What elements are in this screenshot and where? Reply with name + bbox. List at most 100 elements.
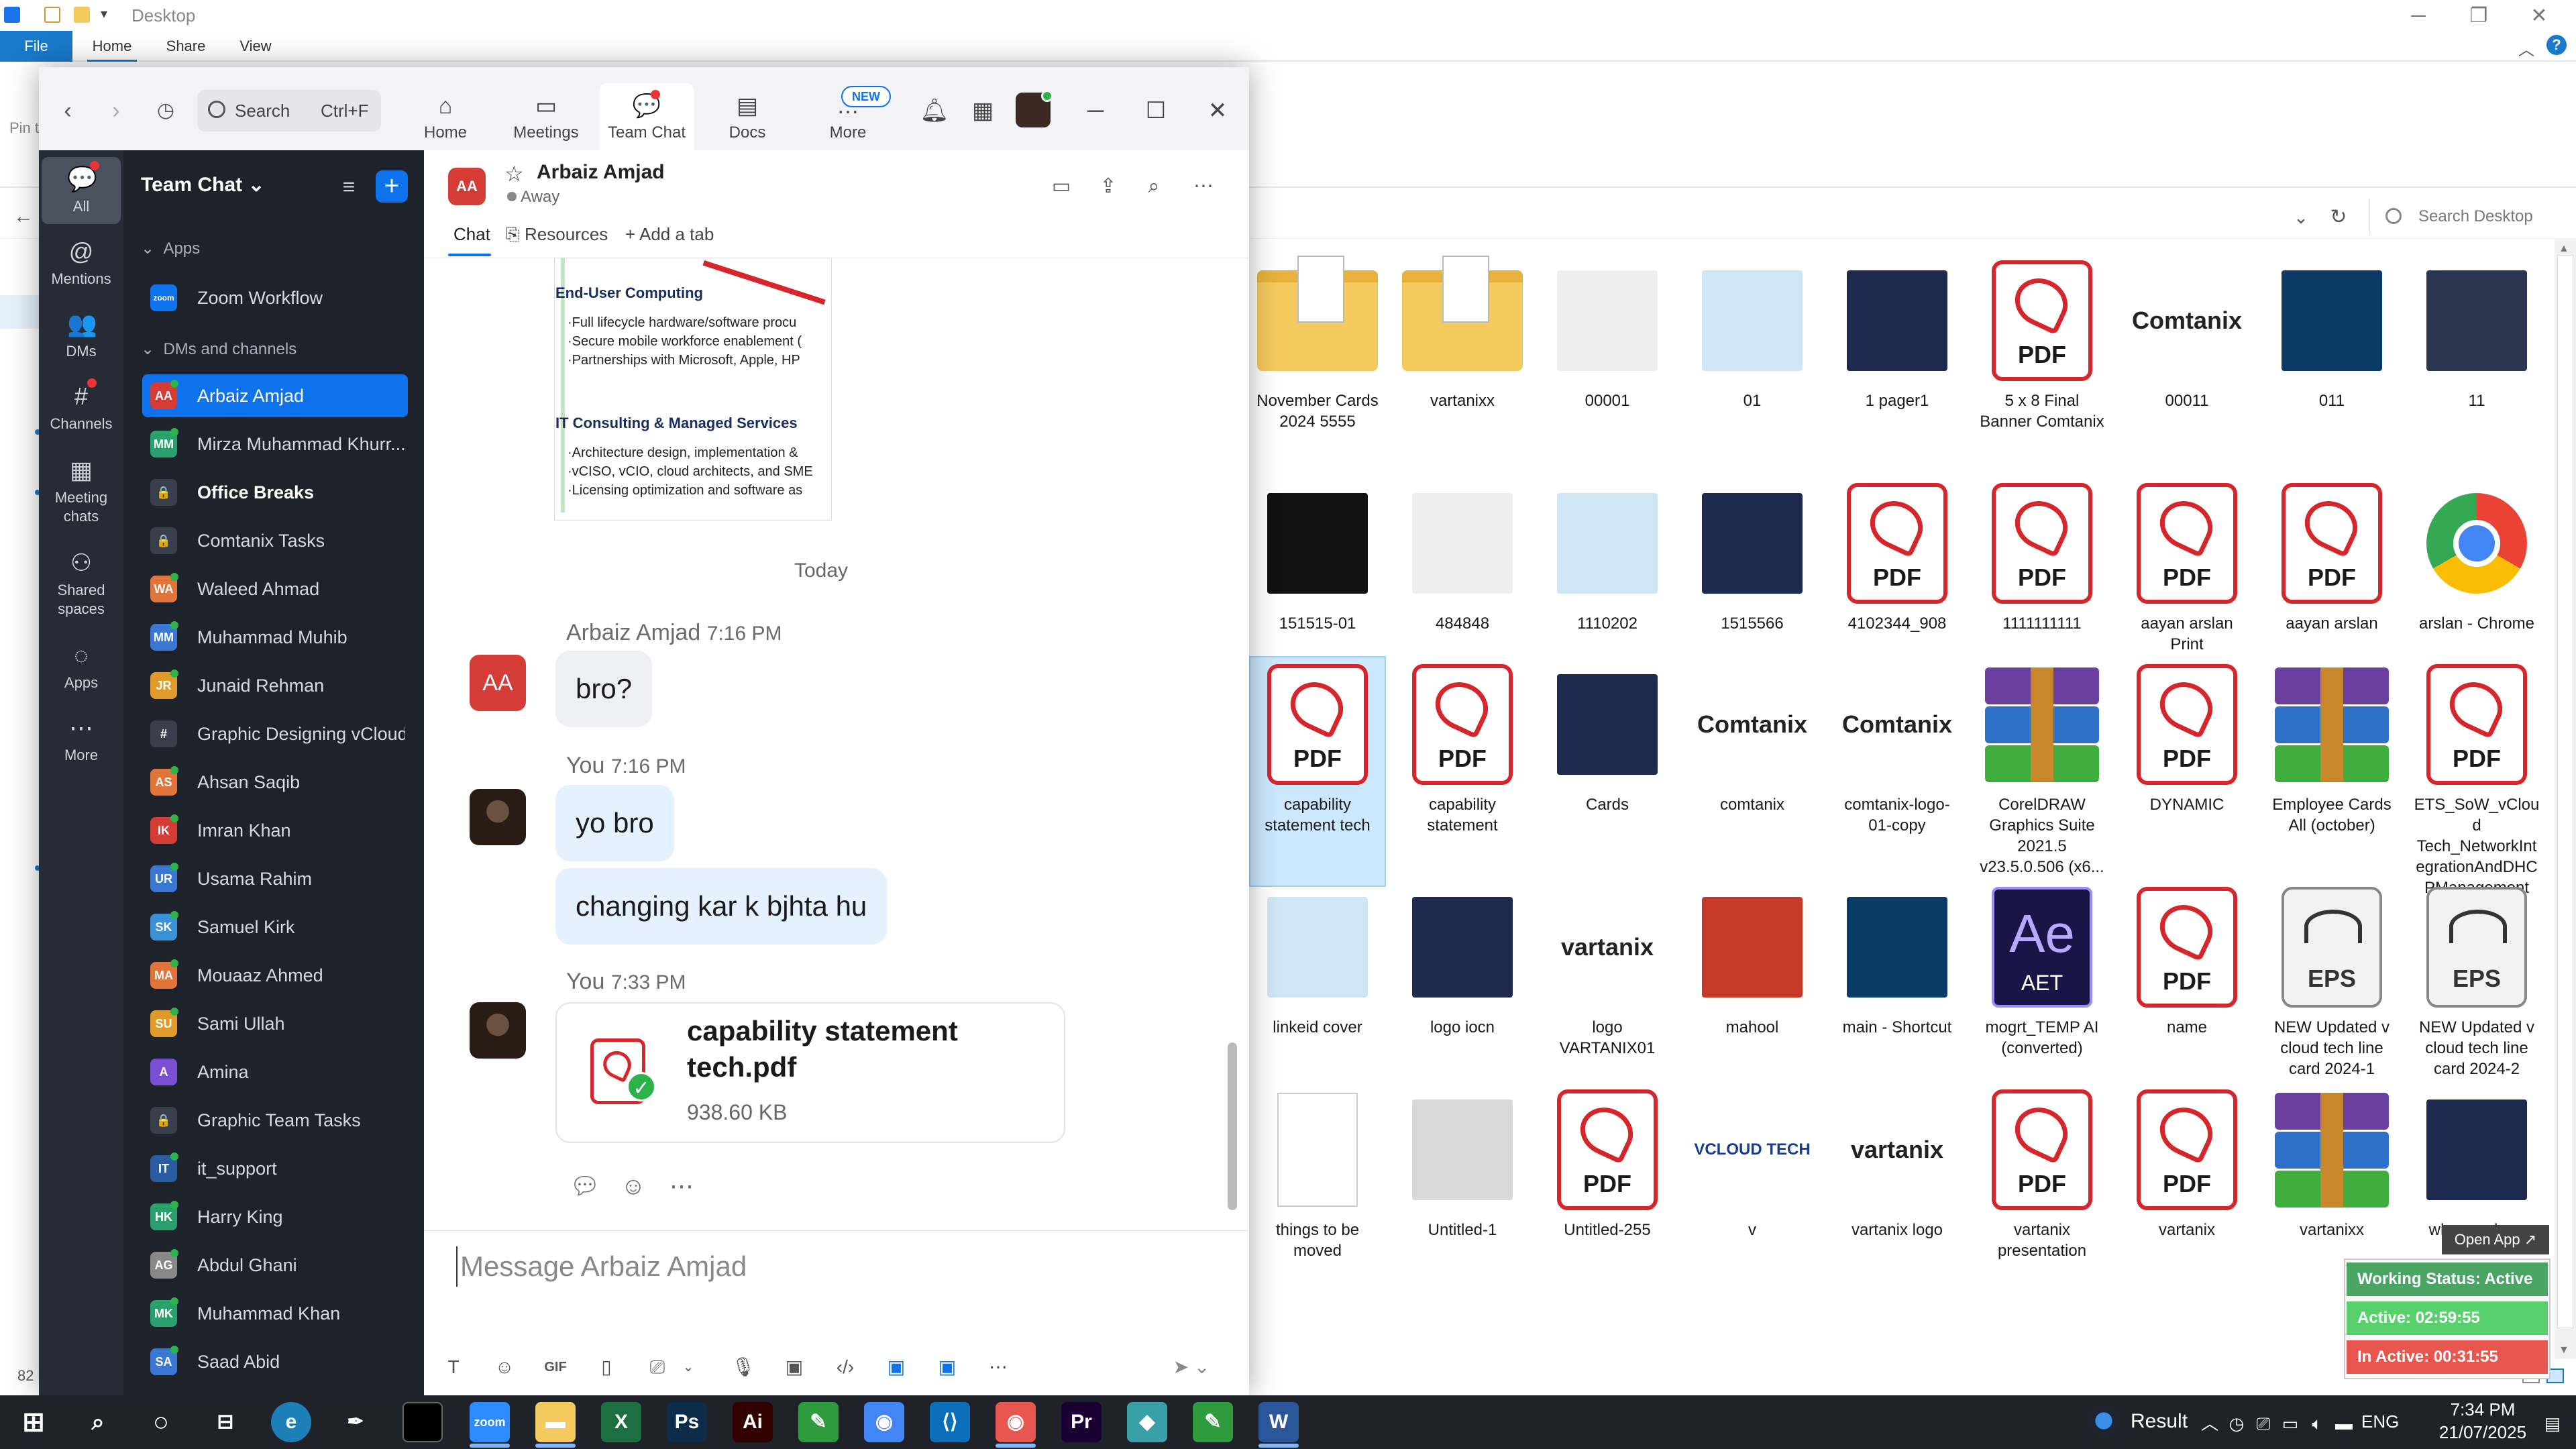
nav-docs[interactable]: ▤ Docs <box>700 83 794 150</box>
windows-start-icon[interactable]: ⊞ <box>13 1402 54 1442</box>
back-button[interactable]: ‹ <box>51 94 85 127</box>
screenshot-dropdown-icon[interactable]: ⌄ <box>674 1352 703 1382</box>
format-text-icon[interactable]: T <box>439 1352 468 1382</box>
app-diamond-icon[interactable]: ◆ <box>1127 1402 1167 1442</box>
quick-access-dropdown-icon[interactable]: ▾ <box>101 5 107 22</box>
close-button[interactable]: ✕ <box>2509 3 2569 30</box>
excel-icon[interactable]: X <box>601 1402 641 1442</box>
premiere-icon[interactable]: Pr <box>1061 1402 1102 1442</box>
volume-icon[interactable]: 🔈︎ <box>2305 1411 2329 1436</box>
photoshop-icon[interactable]: Ps <box>667 1402 707 1442</box>
gif-icon[interactable]: GIF <box>541 1352 570 1382</box>
calendar-icon[interactable]: ▦ <box>966 94 1000 127</box>
language-indicator[interactable]: ENG <box>2361 1411 2399 1432</box>
maximize-button[interactable]: ❐ <box>2449 3 2509 30</box>
desktop-file-item[interactable]: EPS NEW Updated v cloud tech line card 20… <box>2410 880 2544 1078</box>
sender-avatar[interactable]: AA <box>470 655 526 711</box>
tab-chat[interactable]: Chat <box>453 224 490 245</box>
illustrator-icon[interactable]: Ai <box>733 1402 773 1442</box>
contact-avatar[interactable]: AA <box>448 168 486 205</box>
minimize-button[interactable]: ─ <box>1079 94 1112 127</box>
tab-share[interactable]: Share <box>161 31 211 62</box>
list-item[interactable]: SU Sami Ullah <box>142 1002 408 1045</box>
desktop-file-item[interactable]: Comtanix 00011 <box>2120 254 2254 448</box>
list-item[interactable]: AG Abdul Ghani <box>142 1244 408 1287</box>
rail-channels[interactable]: # Channels <box>42 374 121 441</box>
nav-pane-selected-item[interactable] <box>0 295 39 329</box>
maximize-button[interactable]: ☐ <box>1139 94 1173 127</box>
tab-home[interactable]: Home <box>87 31 137 62</box>
zoom-icon[interactable]: zoom <box>470 1402 510 1442</box>
cortana-icon[interactable]: ○ <box>141 1402 181 1442</box>
address-dropdown-icon[interactable]: ⌄ <box>2286 203 2316 232</box>
list-item[interactable]: 🔒 Graphic Team Tasks <box>142 1099 408 1142</box>
desktop-file-item[interactable]: mahool <box>1685 880 1819 1075</box>
clock-time[interactable]: 7:34 PM <box>2432 1399 2533 1420</box>
desktop-file-item[interactable]: main - Shortcut <box>1830 880 1964 1075</box>
coreldraw-2-icon[interactable]: ✎ <box>1193 1402 1233 1442</box>
desktop-file-item[interactable]: PDF name <box>2120 880 2254 1075</box>
list-item[interactable]: HK Harry King <box>142 1195 408 1238</box>
microphone-icon[interactable]: 🎙︎ <box>729 1352 758 1382</box>
list-item[interactable]: SA Saad Abid <box>142 1340 408 1383</box>
more-actions-icon[interactable]: ⋯ <box>664 1169 699 1203</box>
network-status-icon[interactable]: ◷ <box>2224 1411 2249 1436</box>
app-integration-icon[interactable]: ▣ <box>932 1352 962 1382</box>
desktop-file-item[interactable]: Ae AET mogrt_TEMP AI (converted) <box>1975 880 2109 1075</box>
screen-icon[interactable]: ⎚ <box>2251 1411 2275 1436</box>
vscode-icon[interactable]: ⟨⟩ <box>930 1402 970 1442</box>
desktop-file-item[interactable]: 011 <box>2265 254 2399 448</box>
weather-text[interactable]: Result <box>2131 1410 2188 1433</box>
desktop-file-item[interactable]: Employee Cards All (october) <box>2265 657 2399 885</box>
screenshot-icon[interactable]: ⎚ <box>643 1352 672 1382</box>
list-item[interactable]: MM Muhammad Muhib <box>142 616 408 659</box>
file-name[interactable]: capability statement tech.pdf <box>687 1013 1036 1085</box>
star-icon[interactable]: ☆ <box>504 161 524 186</box>
list-item[interactable]: AA Arbaiz Amjad <box>142 374 408 417</box>
minimize-button[interactable]: ─ <box>2388 3 2449 30</box>
desktop-file-item[interactable]: PDF Untitled-255 <box>1540 1083 1674 1277</box>
rail-apps[interactable]: ◌ Apps <box>42 633 121 700</box>
desktop-file-item[interactable]: 01 <box>1685 254 1819 448</box>
chat-scrollbar-thumb[interactable] <box>1228 1042 1237 1210</box>
history-icon[interactable]: ◷ <box>149 94 182 127</box>
search-icon[interactable]: ⌕ <box>1139 172 1169 201</box>
file-explorer-icon[interactable]: ▬ <box>535 1402 576 1442</box>
desktop-file-item[interactable]: vartanixx <box>1395 254 1529 448</box>
tab-resources[interactable]: ⎘ Resources <box>506 224 608 246</box>
ribbon-collapse-icon[interactable]: ︿ <box>2518 36 2534 60</box>
pen-tool-icon[interactable]: ✒ <box>335 1402 376 1442</box>
desktop-file-item[interactable]: November Cards 2024 5555 <box>1250 254 1385 448</box>
desktop-file-item[interactable]: 00001 <box>1540 254 1674 448</box>
forward-button[interactable]: › <box>99 94 133 127</box>
search-icon[interactable]: ⌕ <box>78 1402 118 1442</box>
zoom-workflow-item[interactable]: zoom Zoom Workflow <box>142 276 408 319</box>
coreldraw-icon[interactable]: ✎ <box>798 1402 839 1442</box>
list-item[interactable]: AS Ahsan Saqib <box>142 761 408 804</box>
desktop-file-item[interactable]: 151515-01 <box>1250 476 1385 671</box>
list-item[interactable]: MA Mouaaz Ahmed <box>142 954 408 997</box>
emoji-icon[interactable]: ☺ <box>490 1352 519 1382</box>
app-integration-icon[interactable]: ▣ <box>881 1352 911 1382</box>
desktop-file-item[interactable]: EPS NEW Updated v cloud tech line card 20… <box>2265 880 2399 1078</box>
weather-icon[interactable] <box>2089 1406 2118 1436</box>
tray-overflow-icon[interactable]: ︿ <box>2198 1411 2222 1436</box>
desktop-file-item[interactable]: 11 <box>2410 254 2544 448</box>
notifications-icon[interactable]: ▤ <box>2537 1411 2568 1436</box>
contact-name[interactable]: Arbaiz Amjad <box>537 161 665 184</box>
tab-view[interactable]: View <box>232 31 279 62</box>
desktop-file-item[interactable]: linkeid cover <box>1250 880 1385 1075</box>
more-tools-icon[interactable]: ⋯ <box>983 1352 1013 1382</box>
list-item[interactable]: UR Usama Rahim <box>142 857 408 900</box>
reply-thread-icon[interactable]: 💬︎ <box>568 1169 602 1203</box>
list-item[interactable]: JR Junaid Rehman <box>142 664 408 707</box>
nav-meetings[interactable]: ▭ Meetings <box>499 83 593 150</box>
nav-team-chat[interactable]: 💬 Team Chat <box>600 83 694 150</box>
desktop-file-item[interactable]: 1 pager1 <box>1830 254 1964 448</box>
desktop-file-item[interactable]: PDF 5 x 8 Final Banner Comtanix <box>1975 254 2109 448</box>
list-item[interactable]: WA Waleed Ahmad <box>142 568 408 610</box>
desktop-file-item[interactable]: PDF vartanix presentation <box>1975 1083 2109 1277</box>
open-app-button[interactable]: Open App ↗ <box>2442 1225 2549 1254</box>
code-snippet-icon[interactable]: ‹/› <box>830 1352 860 1382</box>
desktop-file-item[interactable]: PDF aayan arslan <box>2265 476 2399 671</box>
